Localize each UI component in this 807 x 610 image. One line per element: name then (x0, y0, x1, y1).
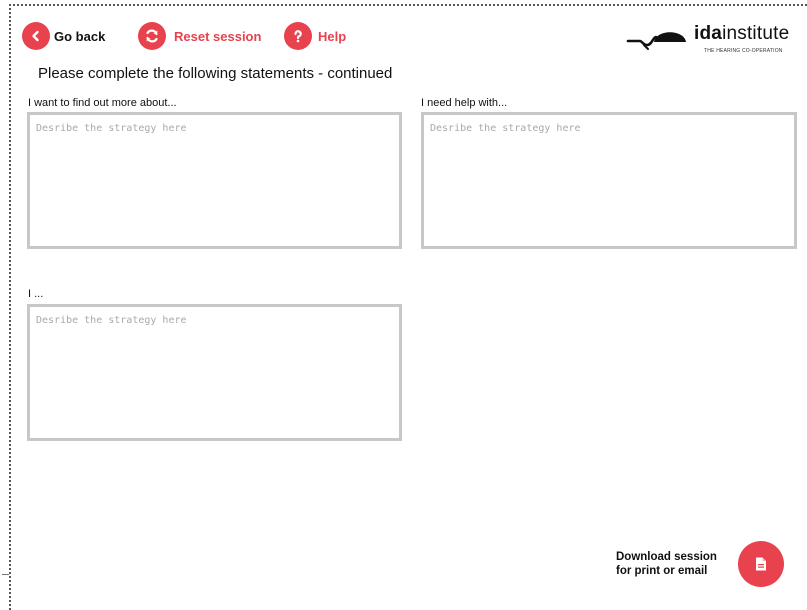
download-session-text: Download session for print or email (616, 550, 717, 578)
chevron-left-icon (22, 22, 50, 50)
find-out-more-field[interactable] (27, 112, 402, 249)
find-out-more-label: I want to find out more about... (28, 97, 177, 109)
reset-session-label: Reset session (174, 28, 262, 44)
go-back-label: Go back (54, 28, 106, 44)
logo-brand-rest: institute (722, 23, 790, 44)
logo-tagline: THE HEARING CO-OPERATION (704, 48, 783, 54)
help-button[interactable]: Help (284, 22, 346, 50)
download-line-2: for print or email (616, 565, 708, 577)
download-session-button[interactable] (738, 541, 784, 587)
ida-institute-logo: idainstitute THE HEARING CO-OPERATION (626, 23, 807, 59)
need-help-field[interactable] (421, 112, 797, 249)
go-back-button[interactable]: Go back (22, 22, 105, 50)
i-statement-field[interactable] (27, 304, 402, 441)
document-icon (756, 557, 766, 571)
refresh-icon (138, 22, 166, 50)
question-icon (284, 22, 312, 50)
i-statement-label: I ... (28, 288, 44, 300)
need-help-label: I need help with... (421, 97, 508, 109)
help-label: Help (318, 28, 347, 44)
edge-marker (2, 574, 9, 575)
page-title: Please complete the following statements… (38, 65, 393, 82)
logo-wordmark: idainstitute (694, 23, 789, 45)
download-line-1: Download session (616, 551, 717, 563)
reset-session-button[interactable]: Reset session (138, 22, 261, 50)
logo-mark-icon (626, 32, 686, 50)
logo-brand-bold: ida (694, 23, 723, 44)
